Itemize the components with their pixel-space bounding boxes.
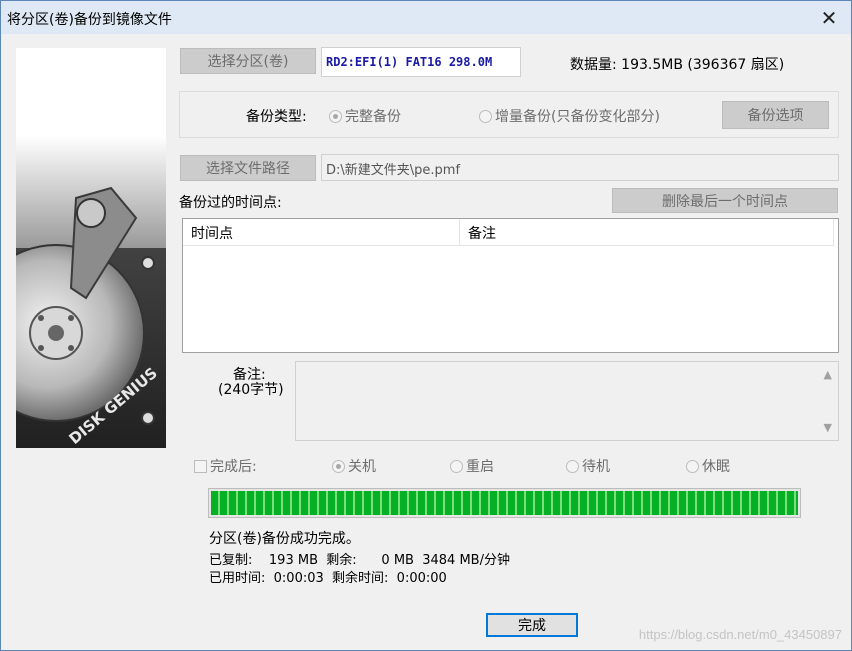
standby-label: 待机: [582, 459, 610, 475]
shutdown-label: 关机: [348, 459, 376, 475]
time-stats: 已用时间: 0:00:03 剩余时间: 0:00:00: [209, 571, 447, 586]
table-header: 时间点 备注: [183, 219, 834, 246]
select-path-button[interactable]: 选择文件路径: [180, 155, 316, 181]
after-complete-checkbox[interactable]: 完成后:: [194, 456, 257, 476]
after-complete-label: 完成后:: [210, 459, 257, 475]
radio-indicator-icon: [566, 459, 579, 473]
shutdown-radio[interactable]: 关机: [332, 456, 376, 476]
full-backup-radio[interactable]: 完整备份: [329, 106, 401, 126]
radio-indicator-icon: [332, 459, 345, 473]
radio-indicator-icon: [329, 109, 342, 123]
scroll-down-icon[interactable]: ▼: [824, 421, 832, 434]
watermark-text: https://blog.csdn.net/m0_43450897: [638, 627, 842, 642]
scroll-up-icon[interactable]: ▲: [824, 368, 832, 381]
progress-fill: [211, 491, 798, 515]
progress-bar: [208, 488, 801, 518]
checkbox-box-icon: [194, 459, 207, 473]
window-title: 将分区(卷)备份到镜像文件: [7, 12, 172, 28]
incremental-backup-label: 增量备份(只备份变化部分): [495, 109, 660, 125]
hibernate-label: 休眠: [702, 459, 730, 475]
delete-last-timepoint-button[interactable]: 删除最后一个时间点: [612, 188, 838, 213]
backup-type-label: 备份类型:: [246, 109, 307, 125]
column-header-note[interactable]: 备注: [460, 219, 834, 246]
timepoints-table[interactable]: 时间点 备注: [182, 218, 839, 353]
restart-radio[interactable]: 重启: [450, 456, 494, 476]
partition-field: RD2:EFI(1) FAT16 298.0M: [321, 47, 521, 77]
note-textarea[interactable]: ▲ ▼: [295, 361, 839, 441]
timepoints-label: 备份过的时间点:: [179, 195, 282, 211]
disk-genius-illustration: DISK GENIUS: [16, 48, 166, 448]
status-message: 分区(卷)备份成功完成。: [209, 531, 360, 547]
incremental-backup-radio[interactable]: 增量备份(只备份变化部分): [479, 106, 660, 126]
partition-text: RD2:EFI(1) FAT16 298.0M: [326, 55, 493, 69]
close-icon[interactable]: ✕: [817, 6, 841, 30]
copy-stats: 已复制: 193 MB 剩余: 0 MB 3484 MB/分钟: [209, 553, 510, 568]
standby-radio[interactable]: 待机: [566, 456, 610, 476]
radio-indicator-icon: [686, 459, 699, 473]
full-backup-label: 完整备份: [345, 109, 401, 125]
restart-label: 重启: [466, 459, 494, 475]
finish-button[interactable]: 完成: [486, 613, 578, 637]
column-header-time[interactable]: 时间点: [183, 219, 460, 246]
hard-disk-icon: DISK GENIUS: [16, 48, 166, 448]
hibernate-radio[interactable]: 休眠: [686, 456, 730, 476]
radio-indicator-icon: [479, 109, 492, 123]
title-bar[interactable]: 将分区(卷)备份到镜像文件 ✕: [1, 1, 851, 34]
path-field[interactable]: D:\新建文件夹\pe.pmf: [321, 154, 839, 181]
radio-indicator-icon: [450, 459, 463, 473]
select-partition-button[interactable]: 选择分区(卷): [180, 48, 316, 74]
backup-options-button[interactable]: 备份选项: [722, 101, 829, 129]
note-limit: (240字节): [218, 382, 284, 398]
data-amount: 数据量: 193.5MB (396367 扇区): [570, 57, 785, 73]
backup-dialog: 将分区(卷)备份到镜像文件 ✕ DISK GENIUS 选择分区(卷) RD2:…: [0, 0, 852, 651]
dialog-body: DISK GENIUS 选择分区(卷) RD2:EFI(1) FAT16 298…: [2, 34, 850, 650]
